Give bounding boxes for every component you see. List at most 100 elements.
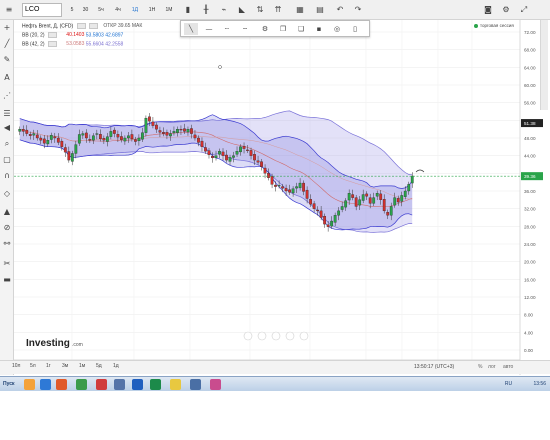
arrow-left-icon[interactable]: ◀	[1, 122, 13, 134]
candle	[298, 182, 302, 189]
link-icon[interactable]: ⚯	[1, 238, 13, 250]
pen-tool-icon[interactable]: ✎	[1, 54, 13, 66]
taskbar-folder-icon[interactable]	[170, 379, 181, 390]
scissors-icon[interactable]: ✂	[1, 258, 13, 270]
clone-icon[interactable]: ❐	[276, 23, 290, 35]
chart-nav-button[interactable]	[299, 331, 309, 341]
range-5d[interactable]: 5д	[96, 363, 102, 369]
percent-toggle[interactable]: %	[478, 364, 482, 370]
taskbar-word-icon[interactable]	[132, 379, 143, 390]
taskbar-app2-icon[interactable]	[76, 379, 87, 390]
crosshair-icon[interactable]: +	[1, 22, 13, 34]
taskbar-app3-icon[interactable]	[114, 379, 125, 390]
range-1y[interactable]: 1г	[46, 363, 51, 369]
range-10y[interactable]: 10л	[12, 363, 20, 369]
line-style-icon[interactable]: —	[202, 23, 216, 35]
chart-area[interactable]: 72.0068.0064.0060.0056.0052.0048.0044.00…	[14, 20, 550, 375]
bar-type-icon[interactable]: ╫	[200, 3, 212, 16]
indicators-icon[interactable]: ⇅	[254, 3, 266, 16]
chart-nav-button[interactable]	[257, 331, 267, 341]
log-toggle[interactable]: лог	[488, 364, 496, 370]
range-3m[interactable]: 3м	[62, 363, 68, 369]
width-icon[interactable]: ╌	[238, 23, 252, 35]
candle-type-icon[interactable]: ▮	[182, 3, 194, 16]
layers-icon[interactable]: ❏	[294, 23, 308, 35]
measure-icon[interactable]: ▢	[1, 154, 13, 166]
timeframe-1w[interactable]: 1Н	[147, 4, 157, 16]
taskbar-app5-icon[interactable]	[210, 379, 221, 390]
price-tick-label: 56.00	[524, 101, 536, 106]
redo-icon[interactable]: ↷	[352, 3, 364, 16]
price-chart[interactable]: 72.0068.0064.0060.0056.0052.0048.0044.00…	[14, 20, 550, 375]
candle	[134, 139, 137, 142]
candle	[183, 128, 186, 132]
taskbar-app-icon[interactable]	[56, 379, 67, 390]
pattern-icon[interactable]: ⋰	[1, 90, 13, 102]
fib-icon[interactable]: ☰	[1, 108, 13, 120]
magnet-icon[interactable]: ∩	[1, 170, 13, 182]
legend-close-chip[interactable]	[88, 23, 98, 29]
candle	[316, 209, 320, 212]
candle	[263, 167, 267, 174]
undo-icon[interactable]: ↶	[334, 3, 346, 16]
candle	[281, 186, 284, 189]
taskbar-ie-icon[interactable]	[40, 379, 51, 390]
area-type-icon[interactable]: ◣	[236, 3, 248, 16]
compare-icon[interactable]: ▤	[314, 3, 326, 16]
taskbar-explorer-icon[interactable]	[24, 379, 35, 390]
settings-gear-icon[interactable]: ⚙	[258, 23, 272, 35]
candle	[91, 135, 95, 141]
hide-icon[interactable]: ◎	[330, 23, 344, 35]
timeframe-4h[interactable]: 4ч	[113, 4, 123, 16]
delete-icon[interactable]: ▯	[348, 23, 362, 35]
line-type-icon[interactable]: ⌁	[218, 3, 230, 16]
dash-style-icon[interactable]: ┄	[220, 23, 234, 35]
taskbar-opera-icon[interactable]	[96, 379, 107, 390]
fullscreen-icon[interactable]: ⤢	[518, 3, 530, 16]
studies-icon[interactable]: ⇈	[272, 3, 284, 16]
legend-settings-chip[interactable]	[76, 23, 86, 29]
trash-icon[interactable]: ▬	[1, 274, 13, 286]
lock-icon[interactable]: ▪	[312, 23, 326, 35]
candle	[295, 186, 298, 189]
symbol-input[interactable]: LCO	[22, 3, 62, 17]
hide-drawings-icon[interactable]: ⊘	[1, 222, 13, 234]
timeframe-5[interactable]: 5	[68, 4, 76, 16]
timeframe-1d[interactable]: 1Д	[130, 4, 140, 16]
templates-icon[interactable]: ▦	[294, 3, 306, 16]
candle	[323, 216, 327, 225]
pen-icon[interactable]: ╲	[184, 23, 198, 35]
candle	[389, 206, 393, 216]
vertical-scrollbar[interactable]	[540, 20, 548, 110]
settings-icon[interactable]: ⚙	[500, 3, 512, 16]
timeframe-5h[interactable]: 5ч	[96, 4, 106, 16]
chart-nav-button[interactable]	[243, 331, 253, 341]
text-tool-icon[interactable]: A	[1, 72, 13, 84]
candle	[365, 193, 369, 197]
range-1m[interactable]: 1м	[79, 363, 85, 369]
zoom-icon[interactable]: ⌕	[1, 138, 13, 150]
range-1d[interactable]: 1д	[113, 363, 119, 369]
chart-nav-button[interactable]	[285, 331, 295, 341]
timeframe-1m[interactable]: 1М	[164, 4, 174, 16]
price-tick-label: 28.00	[524, 224, 536, 229]
taskbar-excel-icon[interactable]	[150, 379, 161, 390]
auto-toggle[interactable]: авто	[503, 364, 513, 370]
chart-nav-button[interactable]	[271, 331, 281, 341]
bb2-settings-chip[interactable]	[47, 41, 57, 47]
sidebar-toggle-icon[interactable]: ≡	[3, 3, 15, 16]
candle	[81, 133, 85, 136]
candle	[25, 129, 29, 134]
lock-drawings-icon[interactable]: ▲	[1, 206, 13, 218]
candle	[67, 151, 71, 161]
taskbar-app4-icon[interactable]	[190, 379, 201, 390]
trendline-icon[interactable]: ╱	[1, 38, 13, 50]
tray-lang[interactable]: RU	[505, 381, 512, 387]
bb1-settings-chip[interactable]	[47, 32, 57, 38]
eraser-icon[interactable]: ◇	[1, 188, 13, 200]
candle	[270, 176, 274, 185]
timeframe-30[interactable]: 30	[81, 4, 90, 16]
camera-icon[interactable]: ◙	[482, 3, 494, 16]
range-5y[interactable]: 5л	[30, 363, 36, 369]
start-button[interactable]: Пуск	[0, 378, 18, 391]
